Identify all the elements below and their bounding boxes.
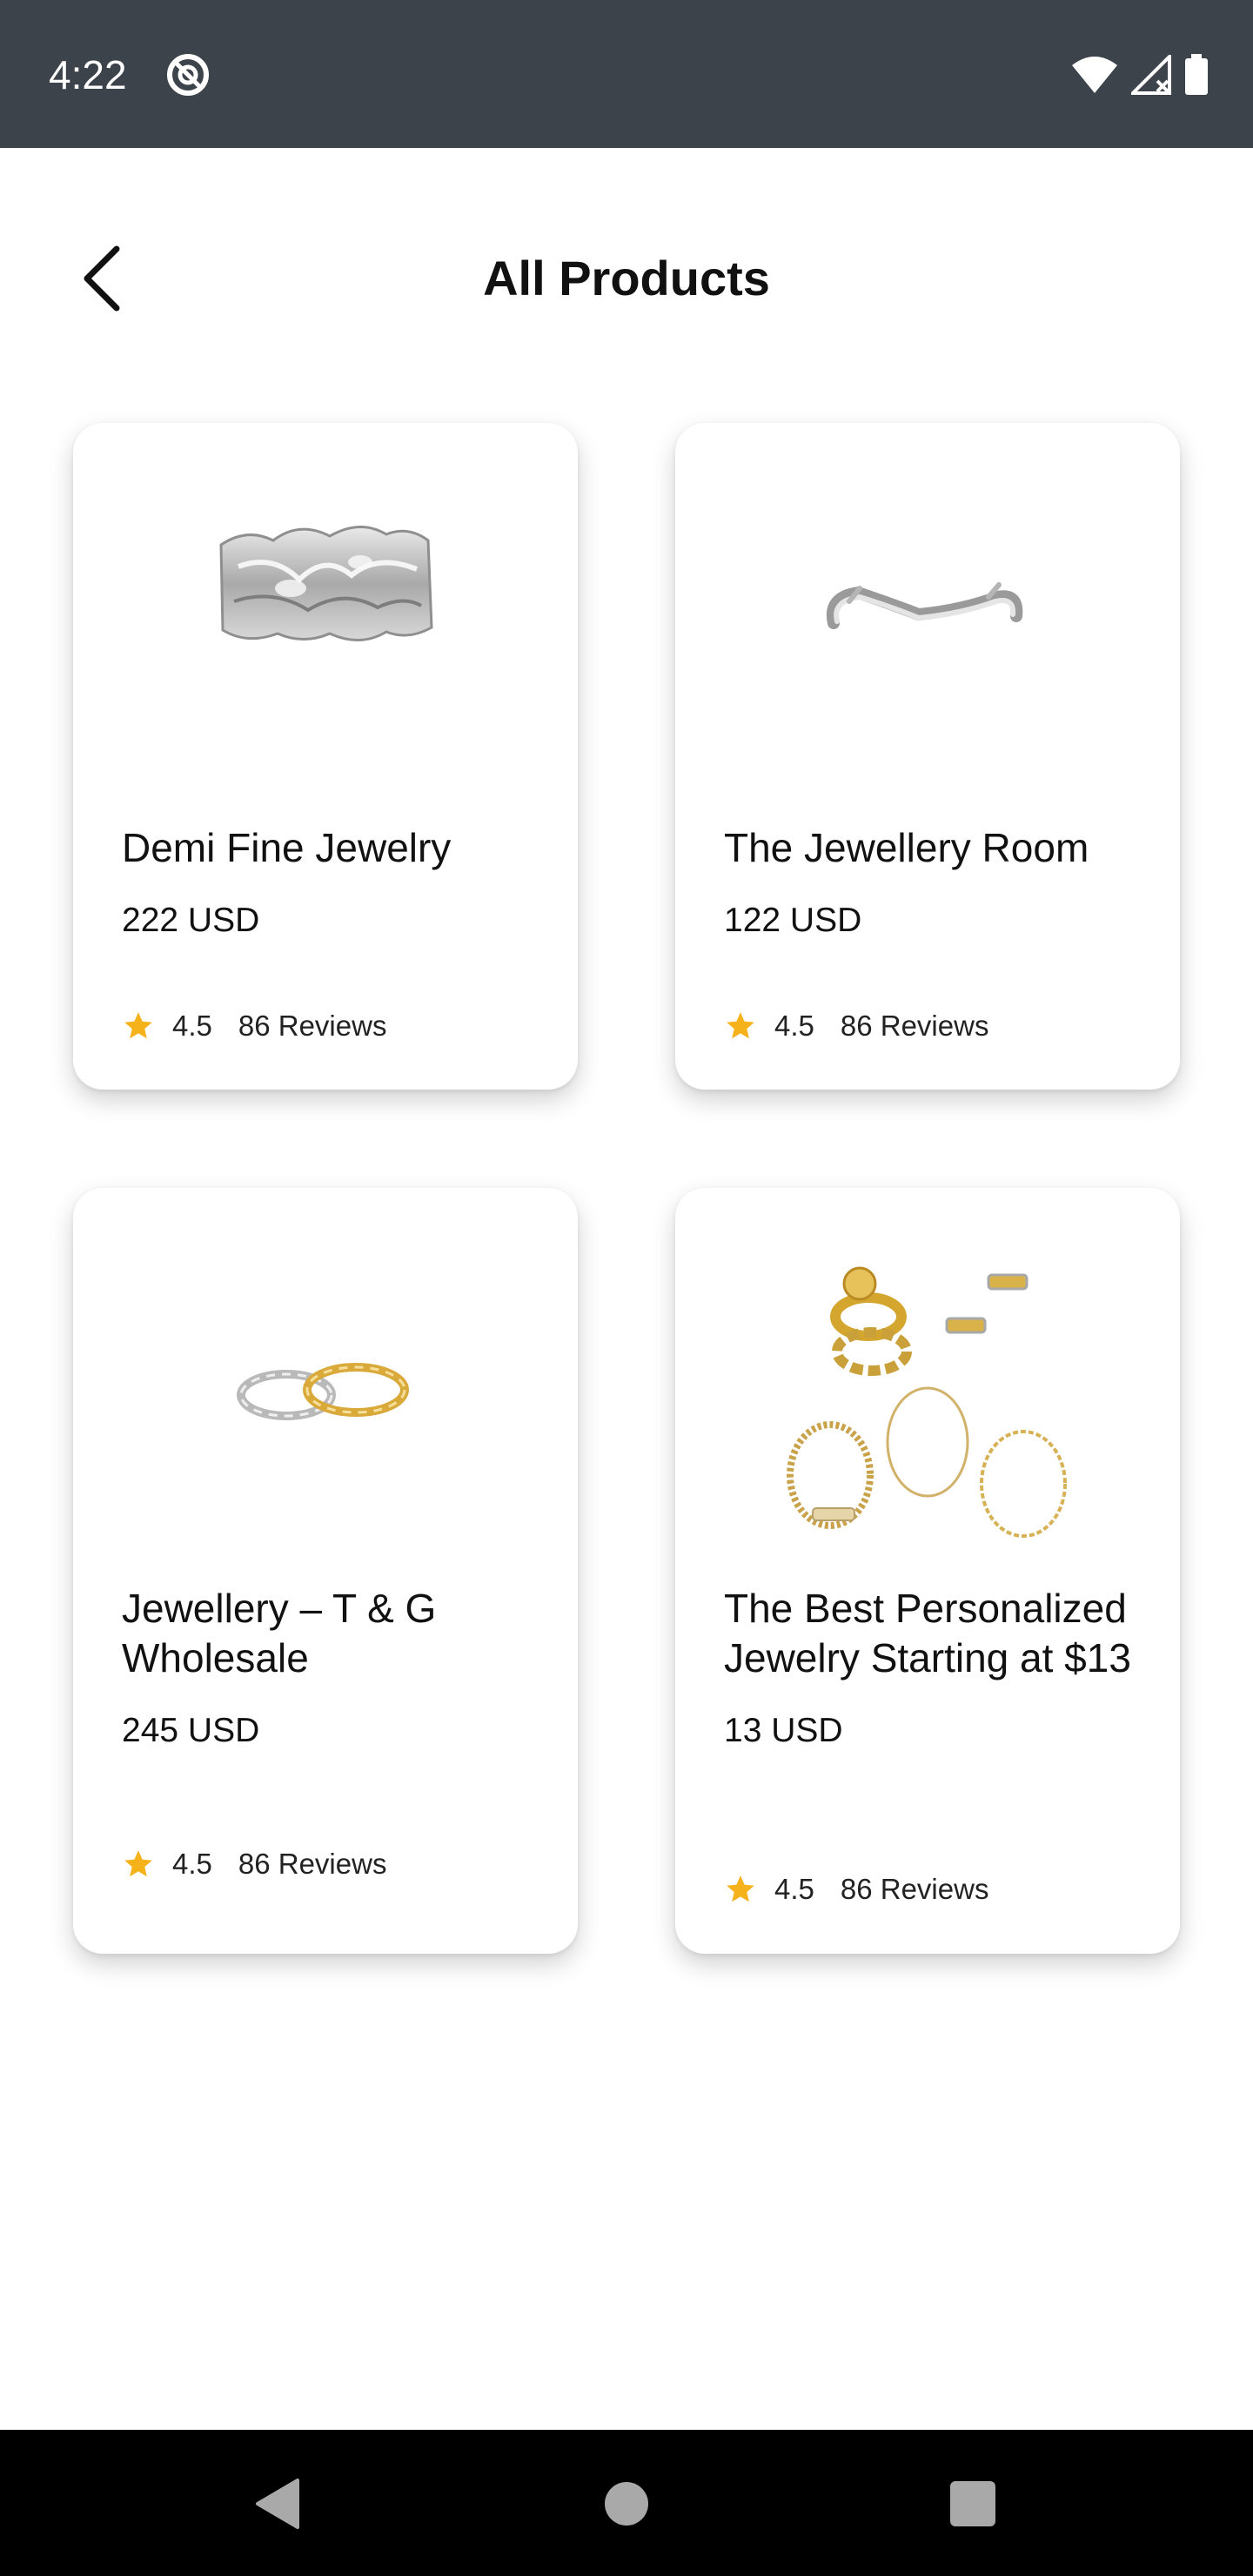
product-image-two-tone-rings	[237, 1363, 409, 1420]
review-count: 86 Reviews	[238, 1848, 387, 1880]
wifi-icon	[1072, 57, 1117, 93]
product-rating: 4.5 86 Reviews	[122, 1847, 386, 1882]
signal-icon	[1131, 55, 1171, 95]
rating-value: 4.5	[774, 1873, 814, 1905]
product-card[interactable]: Demi Fine Jewelry 222 USD 4.5 86 Reviews	[73, 423, 578, 1090]
app-notification-icon	[167, 54, 209, 96]
product-info: Demi Fine Jewelry 222 USD	[122, 823, 543, 943]
rating-value: 4.5	[172, 1848, 212, 1880]
star-icon	[727, 1012, 754, 1039]
product-image-gold-jewelry-set	[787, 1266, 1067, 1538]
battery-icon	[1185, 54, 1208, 95]
product-rating: 4.5 86 Reviews	[724, 1872, 988, 1907]
rating-value: 4.5	[774, 1010, 814, 1042]
review-count: 86 Reviews	[238, 1010, 387, 1042]
product-card[interactable]: Jewellery – T & G Wholesale 245 USD 4.5 …	[73, 1188, 578, 1954]
product-image-silver-cuff	[826, 582, 1023, 629]
product-name: The Best Personalized Jewelry Starting a…	[724, 1586, 1131, 1680]
product-name: Jewellery – T & G Wholesale	[122, 1586, 437, 1680]
status-time: 4:22	[49, 52, 127, 97]
product-price: 245 USD	[122, 1712, 260, 1749]
status-bar: 4:22	[0, 0, 1253, 148]
status-icons	[1070, 52, 1209, 97]
back-triangle-icon[interactable]	[247, 2473, 308, 2534]
star-icon	[727, 1875, 754, 1902]
review-count: 86 Reviews	[840, 1010, 989, 1042]
product-image-silver-ring	[219, 526, 433, 642]
product-card[interactable]: The Best Personalized Jewelry Starting a…	[675, 1188, 1180, 1954]
system-nav-bar	[0, 2430, 1253, 2576]
product-info: Jewellery – T & G Wholesale 245 USD	[122, 1584, 543, 1753]
product-rating: 4.5 86 Reviews	[724, 1009, 988, 1043]
star-icon	[124, 1850, 152, 1877]
star-icon	[124, 1012, 152, 1039]
product-name: The Jewellery Room	[724, 825, 1089, 870]
rating-value: 4.5	[172, 1010, 212, 1042]
product-rating: 4.5 86 Reviews	[122, 1009, 386, 1043]
review-count: 86 Reviews	[840, 1873, 989, 1905]
product-info: The Best Personalized Jewelry Starting a…	[724, 1584, 1145, 1753]
product-price: 222 USD	[122, 902, 260, 939]
product-price: 122 USD	[724, 902, 862, 939]
product-name: Demi Fine Jewelry	[122, 825, 452, 870]
home-circle-icon[interactable]	[596, 2473, 657, 2534]
page-title: All Products	[483, 251, 770, 305]
product-info: The Jewellery Room 122 USD	[724, 823, 1145, 943]
header: All Products	[0, 148, 1253, 400]
product-price: 13 USD	[724, 1712, 843, 1749]
recents-square-icon[interactable]	[942, 2473, 1003, 2534]
product-card[interactable]: The Jewellery Room 122 USD 4.5 86 Review…	[675, 423, 1180, 1090]
